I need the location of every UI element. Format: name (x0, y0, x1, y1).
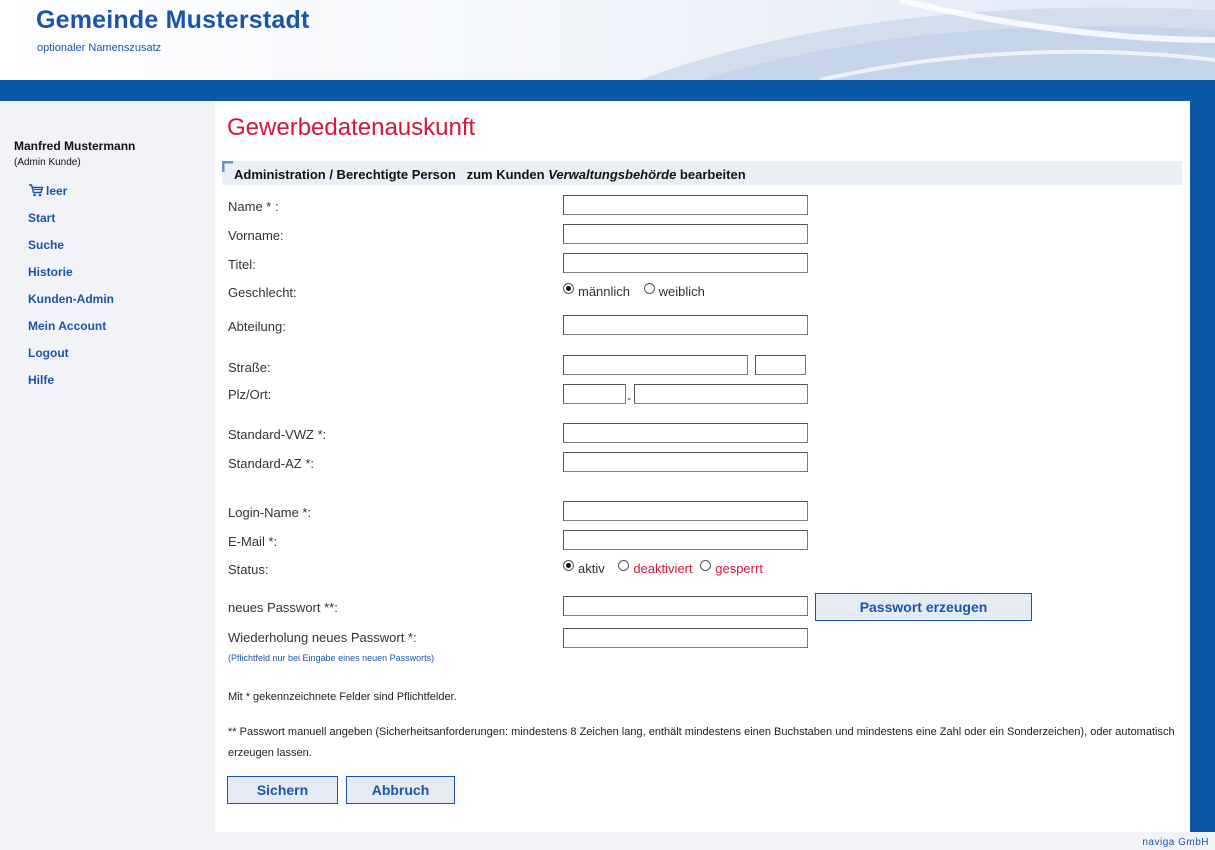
abteilung-label: Abteilung: (228, 319, 286, 334)
sidebar-item-mein-account[interactable]: Mein Account (28, 319, 114, 346)
user-name: Manfred Mustermann (14, 139, 136, 153)
radio-deaktiviert-label: deaktiviert (633, 561, 693, 576)
ort-input[interactable] (634, 384, 808, 404)
status-label: Status: (228, 562, 269, 577)
plz-ort-separator: - (627, 391, 631, 405)
abteilung-input[interactable] (563, 315, 808, 335)
titel-input[interactable] (563, 253, 808, 273)
radio-gesperrt-label: gesperrt (715, 561, 763, 576)
footer-credit: naviga GmbH (1142, 837, 1209, 848)
name-input[interactable] (563, 195, 808, 215)
titel-label: Titel: (228, 257, 256, 272)
password-requirements-note: ** Passwort manuell angeben (Sicherheits… (228, 726, 1175, 759)
radio-weiblich-indicator[interactable] (643, 283, 655, 294)
strasse-label: Straße: (228, 360, 271, 375)
customer-name: Verwaltungsbehörde (548, 167, 677, 182)
radio-weiblich[interactable]: weiblich (643, 283, 705, 299)
repeat-password-input[interactable] (563, 628, 808, 648)
email-label: E-Mail *: (228, 534, 278, 549)
page-title: Gewerbedatenauskunft (227, 114, 476, 141)
section-suffix: bearbeiten (676, 167, 746, 182)
radio-gesperrt-indicator[interactable] (700, 560, 712, 571)
radio-aktiv[interactable]: aktiv (563, 560, 605, 576)
section-prefix: Administration / Berechtigte Person zum … (234, 167, 549, 182)
radio-gesperrt[interactable]: gesperrt (700, 560, 763, 576)
email-input[interactable] (563, 530, 808, 550)
login-label: Login-Name *: (228, 505, 312, 520)
user-role: (Admin Kunde) (14, 157, 81, 168)
radio-weiblich-label: weiblich (658, 284, 705, 299)
radio-aktiv-indicator[interactable] (563, 560, 574, 571)
sidebar-item-kunden-admin[interactable]: Kunden-Admin (28, 292, 114, 319)
cancel-button[interactable]: Abbruch (346, 776, 455, 804)
save-button[interactable]: Sichern (227, 776, 338, 804)
repeat-password-label: Wiederholung neues Passwort *: (228, 630, 417, 645)
hausnummer-input[interactable] (755, 355, 806, 375)
site-subtitle: optionaler Namenszusatz (37, 42, 162, 54)
footer (215, 832, 1215, 850)
section-header-text: Administration / Berechtigte Person zum … (234, 167, 746, 182)
radio-maennlich-label: männlich (578, 284, 631, 299)
vwz-label: Standard-VWZ *: (228, 427, 327, 442)
radio-deaktiviert[interactable]: deaktiviert (618, 560, 693, 576)
sidebar-item-historie[interactable]: Historie (28, 265, 114, 292)
radio-aktiv-label: aktiv (578, 561, 605, 576)
site-header: Gemeinde Musterstadt optionaler Namenszu… (0, 0, 1215, 80)
status-radio-group: aktiv deaktiviert gesperrt (563, 560, 773, 576)
header-bar (0, 80, 1215, 101)
generate-password-button[interactable]: Passwort erzeugen (815, 593, 1032, 621)
password-label: neues Passwort **: (228, 600, 338, 615)
plz-input[interactable] (563, 384, 626, 404)
strasse-input[interactable] (563, 355, 748, 375)
cart-link[interactable]: leer (28, 184, 67, 198)
sidebar-nav: Start Suche Historie Kunden-Admin Mein A… (28, 211, 114, 400)
plz-ort-label: Plz/Ort: (228, 387, 272, 402)
required-fields-note: Mit * gekennzeichnete Felder sind Pflich… (228, 691, 457, 703)
vorname-input[interactable] (563, 224, 808, 244)
sidebar-item-hilfe[interactable]: Hilfe (28, 373, 114, 400)
radio-maennlich[interactable]: männlich (563, 283, 631, 299)
sidebar-item-logout[interactable]: Logout (28, 346, 114, 373)
az-label: Standard-AZ *: (228, 456, 314, 471)
name-label: Name * : (228, 199, 279, 214)
vorname-label: Vorname: (228, 228, 284, 243)
right-edge-bar (1190, 101, 1215, 832)
password-input[interactable] (563, 596, 808, 616)
site-title: Gemeinde Musterstadt (36, 6, 310, 34)
sidebar-item-suche[interactable]: Suche (28, 238, 114, 265)
corner-marker-icon (222, 161, 233, 172)
vwz-input[interactable] (563, 423, 808, 443)
geschlecht-radio-group: männlich weiblich (563, 283, 715, 299)
login-input[interactable] (563, 501, 808, 521)
repeat-password-hint: (Pflichtfeld nur bei Eingabe eines neuen… (228, 653, 435, 663)
shopping-cart-icon (29, 184, 44, 197)
cart-label: leer (46, 184, 68, 198)
radio-deaktiviert-indicator[interactable] (618, 560, 630, 571)
section-header: Administration / Berechtigte Person zum … (222, 161, 1182, 185)
sidebar-item-start[interactable]: Start (28, 211, 114, 238)
az-input[interactable] (563, 452, 808, 472)
geschlecht-label: Geschlecht: (228, 285, 297, 300)
radio-maennlich-indicator[interactable] (563, 283, 574, 294)
